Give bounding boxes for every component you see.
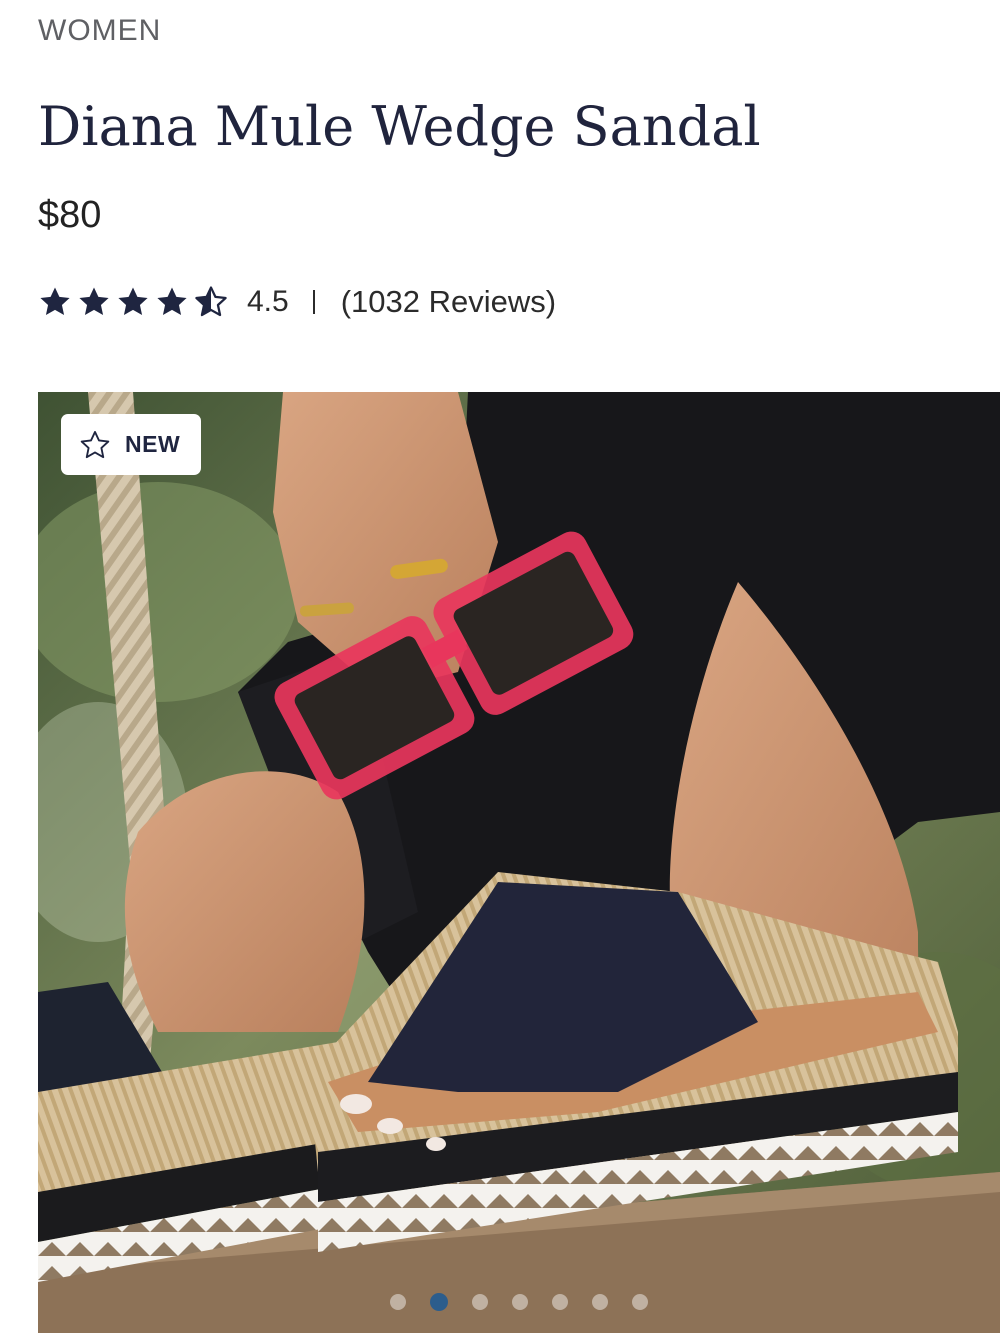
product-price: $80 bbox=[38, 194, 102, 236]
star-full-icon bbox=[157, 287, 187, 316]
carousel-dot-active[interactable] bbox=[430, 1293, 448, 1311]
star-outline-icon bbox=[80, 430, 110, 458]
carousel-dot[interactable] bbox=[592, 1294, 608, 1310]
product-title: Diana Mule Wedge Sandal bbox=[38, 95, 761, 158]
star-full-icon bbox=[79, 287, 109, 316]
carousel-dot[interactable] bbox=[512, 1294, 528, 1310]
product-image-carousel[interactable]: NEW bbox=[38, 392, 1000, 1333]
rating-value: 4.5 bbox=[247, 285, 289, 318]
carousel-dot[interactable] bbox=[472, 1294, 488, 1310]
new-badge: NEW bbox=[61, 414, 201, 475]
carousel-dot[interactable] bbox=[632, 1294, 648, 1310]
product-rating[interactable]: 4.5 (1032 Reviews) bbox=[38, 282, 556, 322]
star-full-icon bbox=[40, 287, 70, 316]
star-half-icon bbox=[195, 286, 227, 317]
product-category: WOMEN bbox=[38, 14, 162, 47]
carousel-dot[interactable] bbox=[390, 1294, 406, 1310]
rating-stars bbox=[38, 285, 233, 319]
product-photo bbox=[38, 392, 1000, 1333]
rating-divider bbox=[312, 290, 315, 314]
star-full-icon bbox=[118, 287, 148, 316]
carousel-pagination[interactable] bbox=[38, 1293, 1000, 1311]
reviews-link[interactable]: (1032 Reviews) bbox=[341, 284, 556, 320]
new-badge-label: NEW bbox=[125, 431, 181, 457]
carousel-dot[interactable] bbox=[552, 1294, 568, 1310]
